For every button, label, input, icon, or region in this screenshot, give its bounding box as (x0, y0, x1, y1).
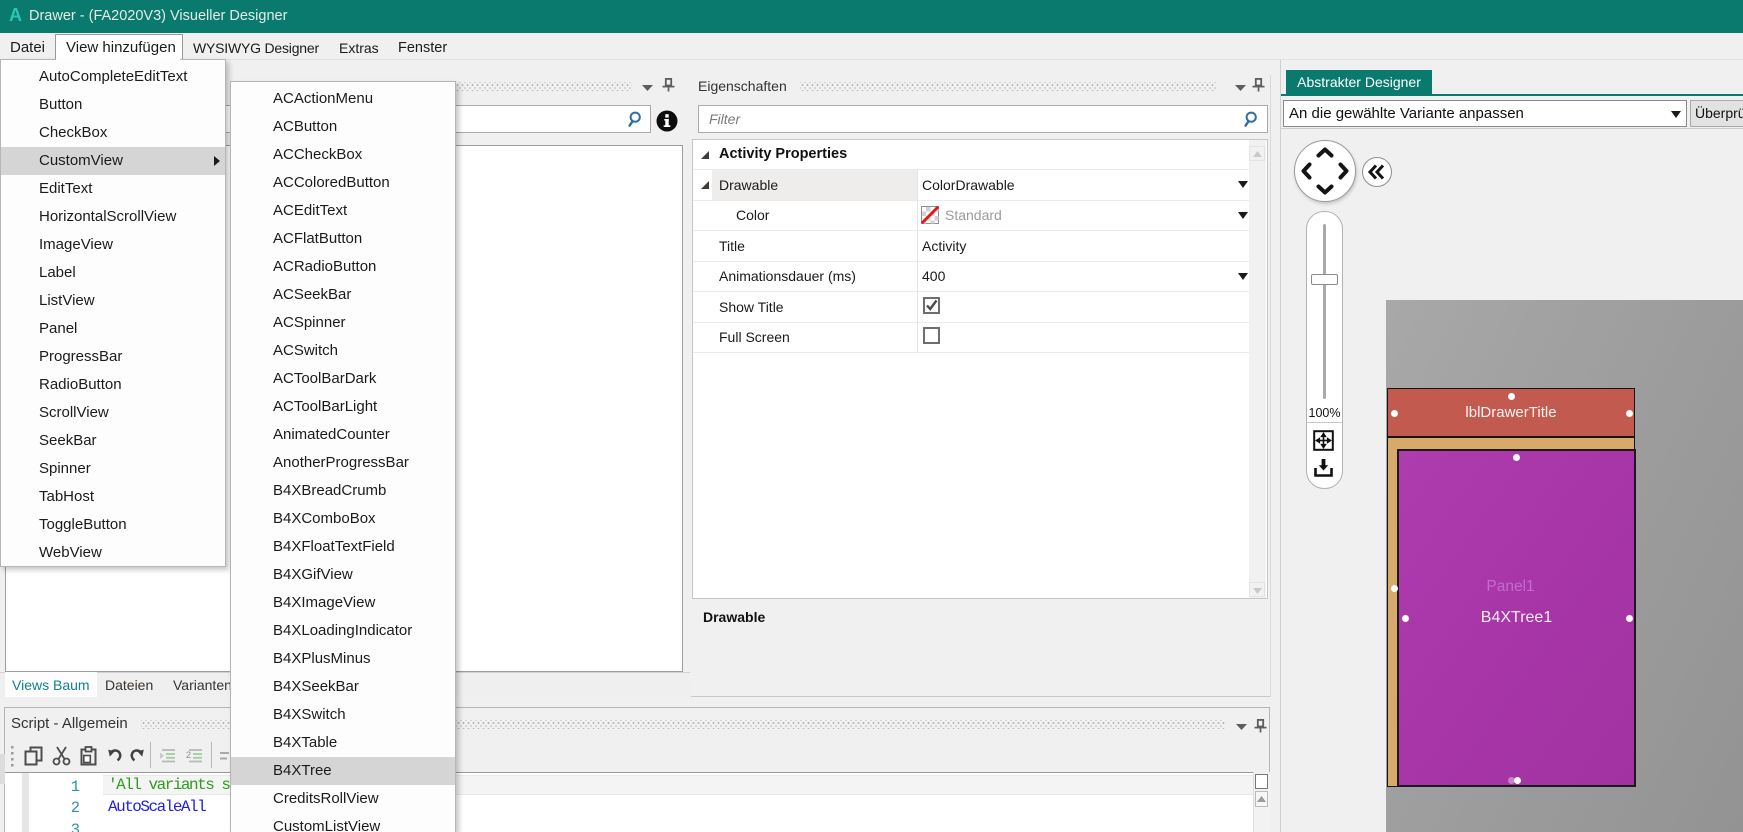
svg-text:2: 2 (186, 750, 191, 760)
